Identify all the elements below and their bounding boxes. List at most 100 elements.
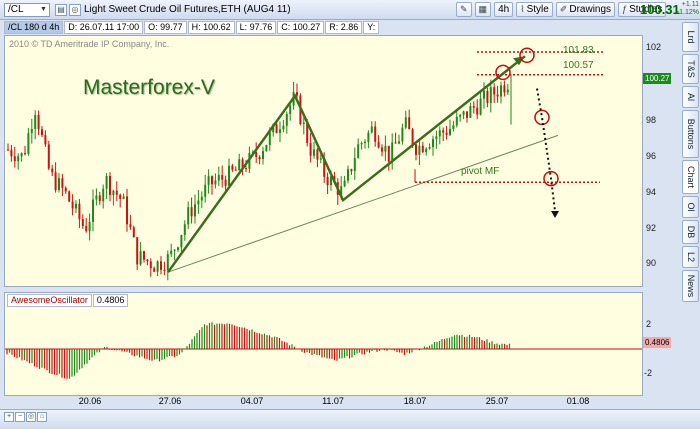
candle-body	[353, 158, 356, 172]
chevron-down-icon[interactable]: ▼	[39, 5, 48, 15]
side-tab-lrd[interactable]: Lrd	[682, 22, 699, 52]
candle-body	[71, 201, 74, 209]
studies-icon: ƒ	[622, 4, 628, 14]
candle-body	[384, 145, 387, 152]
drawings-button[interactable]: ✐ Drawings	[555, 2, 616, 17]
price-chart-canvas	[7, 47, 603, 281]
candle-body	[452, 125, 455, 129]
candle-body	[503, 85, 506, 93]
symbol-link-icon[interactable]: ▤	[55, 4, 67, 16]
price-change: +1.11 +1.12%	[675, 1, 699, 17]
side-tab-label: Al	[685, 92, 696, 102]
candle-body	[316, 149, 319, 160]
candle-body	[459, 114, 462, 117]
side-tab-al[interactable]: Al	[682, 86, 699, 108]
candle-body	[224, 179, 227, 186]
oscillator-panel[interactable]: AwesomeOscillator 0.4806	[4, 292, 643, 396]
candle-body	[265, 144, 268, 152]
symbol-input[interactable]: /CL ▼	[4, 3, 50, 17]
grid-icon: ▦	[478, 4, 488, 14]
side-tab-chart[interactable]: Chart	[682, 160, 699, 194]
candle-body	[374, 126, 377, 142]
candle-body	[47, 144, 50, 169]
time-axis[interactable]: 20.06 27.06 04.07 11.07 18.07 25.07 01.0…	[4, 396, 643, 409]
y-tick: 98	[646, 115, 657, 125]
candle-body	[268, 132, 271, 145]
copyright-watermark: 2010 © TD Ameritrade IP Company, Inc.	[9, 39, 170, 49]
y-tick: 94	[646, 187, 657, 197]
side-tab-label: L2	[685, 251, 696, 263]
side-tab-label: Lrd	[685, 30, 696, 44]
candle-body	[435, 136, 438, 140]
candle-body	[445, 132, 448, 135]
candle-body	[173, 249, 176, 251]
zoom-fit-icon[interactable]: ◎	[26, 412, 36, 422]
x-tick: 04.07	[240, 396, 264, 406]
candle-body	[289, 105, 292, 114]
candle-body	[17, 156, 20, 162]
candle-body	[139, 251, 142, 265]
candle-body	[214, 180, 217, 185]
candle-body	[95, 195, 98, 200]
candle-body	[217, 175, 220, 181]
candle-body	[37, 115, 40, 130]
side-tab-l2[interactable]: L2	[682, 246, 699, 268]
side-tab-buttons[interactable]: Buttons	[682, 110, 699, 158]
pivot-label: pivot МF	[461, 166, 500, 177]
candle-body	[143, 251, 145, 260]
info-y: Y:	[363, 21, 380, 34]
settings-button[interactable]: ✎	[456, 2, 472, 17]
timeframe-label: 4h	[498, 4, 510, 15]
info-symbol: /CL 180 d 4h	[4, 21, 64, 34]
candle-body	[347, 169, 349, 181]
oscillator-name[interactable]: AwesomeOscillator	[7, 294, 92, 307]
candle-body	[122, 196, 125, 199]
candle-body	[204, 184, 207, 197]
candle-body	[258, 157, 261, 160]
price-chart[interactable]: 2010 © TD Ameritrade IP Company, Inc. Ma…	[4, 35, 643, 287]
side-tab-ol[interactable]: Ol	[682, 196, 699, 218]
x-tick: 11.07	[322, 396, 344, 406]
candle-body	[500, 85, 502, 97]
side-tab-label: Ol	[685, 202, 696, 212]
candle-body	[479, 98, 482, 115]
side-tab-label: DB	[685, 225, 696, 239]
side-tab-ts[interactable]: T&S	[682, 54, 699, 84]
candle-body	[58, 178, 60, 191]
candle-body	[438, 130, 441, 137]
candle-body	[129, 224, 132, 228]
candle-body	[476, 107, 479, 115]
style-button[interactable]: ⌇ Style	[516, 2, 553, 17]
zoom-reset-icon[interactable]: ⌂	[37, 412, 47, 422]
gear-icon: ✎	[460, 4, 468, 14]
candle-body	[472, 106, 475, 108]
symbol-info-icon[interactable]: ◎	[69, 4, 81, 16]
grid-button[interactable]: ▦	[474, 2, 492, 17]
candle-body	[357, 144, 360, 159]
candle-body	[394, 142, 397, 144]
candle-body	[85, 226, 88, 232]
candle-body	[262, 151, 264, 160]
candle-body	[88, 221, 91, 232]
candle-body	[75, 203, 77, 209]
side-tab-news[interactable]: News	[682, 270, 699, 302]
support-trendline	[167, 134, 559, 273]
side-tab-db[interactable]: DB	[682, 220, 699, 244]
instrument-name: Light Sweet Crude Oil Futures,ETH (AUG4 …	[84, 4, 291, 15]
wave-trendline	[166, 55, 526, 273]
candle-body	[296, 92, 298, 96]
y-tick: 96	[646, 151, 657, 161]
info-close: C: 100.27	[277, 21, 325, 34]
candle-body	[404, 117, 407, 128]
candle-body	[350, 169, 353, 172]
candle-body	[163, 269, 166, 271]
candle-body	[489, 87, 492, 104]
candle-body	[411, 129, 414, 145]
symbol-value: /CL	[8, 4, 24, 15]
zoom-out-icon[interactable]: −	[15, 412, 25, 422]
price-axis[interactable]: 102 98 96 94 92 90 100.27 2 0.4806 -2	[643, 35, 677, 396]
level-label-2: 100.57	[563, 60, 594, 71]
timeframe-button[interactable]: 4h	[494, 2, 514, 17]
zoom-in-icon[interactable]: +	[4, 412, 14, 422]
candle-body	[105, 175, 108, 189]
